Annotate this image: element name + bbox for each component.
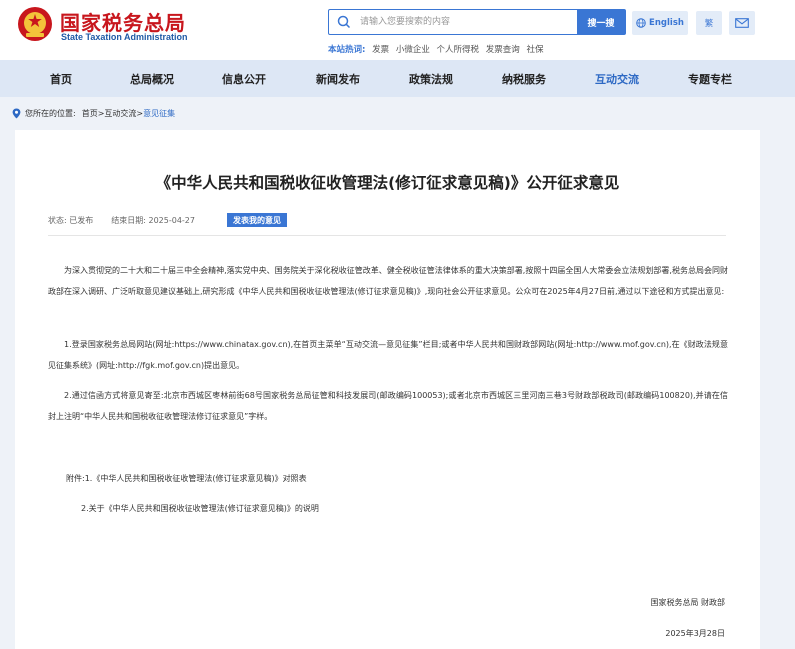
article-signers: 国家税务总局 财政部: [650, 598, 725, 607]
national-emblem-icon[interactable]: [17, 6, 53, 42]
attachment-link[interactable]: 附件:1.《中华人民共和国税收征收管理法(修订征求意见稿)》对照表: [66, 473, 307, 484]
article-status: 状态: 已发布: [48, 215, 94, 225]
nav-home[interactable]: 首页: [50, 60, 72, 97]
hot-word-link[interactable]: 发票查询: [486, 45, 520, 55]
breadcrumb-separator: >: [97, 109, 105, 118]
english-button[interactable]: English: [632, 11, 688, 35]
hot-word-link[interactable]: 小微企业: [396, 45, 430, 55]
breadcrumb-current[interactable]: 意见征集: [143, 108, 175, 119]
search-icon: [337, 15, 351, 29]
article-channel-mail: 2.通过信函方式将意见寄至:北京市西城区枣林前街68号国家税务总局征管和科技发展…: [48, 391, 728, 421]
nav-info-disclosure[interactable]: 信息公开: [222, 60, 266, 97]
traditional-chinese-button[interactable]: 繁: [696, 11, 722, 35]
mail-button[interactable]: [729, 11, 755, 35]
attachment-link[interactable]: 2.关于《中华人民共和国税收征收管理法(修订征求意见稿)》的说明: [81, 503, 319, 514]
nav-tax-service[interactable]: 纳税服务: [502, 60, 546, 97]
location-pin-icon: [12, 108, 21, 119]
nav-interaction[interactable]: 互动交流: [595, 60, 639, 97]
hot-word-link[interactable]: 发票: [372, 45, 389, 55]
breadcrumb: 您所在的位置: 首页 > 互动交流 > 意见征集: [12, 108, 175, 119]
article-end-date: 结束日期: 2025-04-27: [111, 215, 195, 225]
hot-word-link[interactable]: 个人所得税: [437, 45, 480, 55]
breadcrumb-prefix: 您所在的位置:: [25, 109, 76, 118]
search-input[interactable]: [360, 11, 570, 33]
nav-overview[interactable]: 总局概况: [130, 60, 174, 97]
article-intro: 为深入贯彻党的二十大和二十届三中全会精神,落实党中央、国务院关于深化税收征管改革…: [48, 266, 728, 296]
mail-icon: [735, 18, 749, 28]
globe-icon: [636, 18, 646, 28]
article-panel: 《中华人民共和国税收征收管理法(修订征求意见稿)》公开征求意见 状态: 已发布 …: [15, 130, 760, 649]
nav-policy[interactable]: 政策法规: [409, 60, 453, 97]
breadcrumb-section[interactable]: 互动交流: [104, 108, 136, 119]
english-label: English: [649, 18, 684, 28]
nav-topics[interactable]: 专题专栏: [688, 60, 732, 97]
main-nav: 首页 总局概况 信息公开 新闻发布 政策法规 纳税服务 互动交流 专题专栏: [0, 60, 795, 97]
article-date: 2025年3月28日: [665, 629, 725, 638]
search-button[interactable]: 搜一搜: [577, 10, 625, 34]
breadcrumb-separator: >: [136, 109, 144, 118]
article-title: 《中华人民共和国税收征收管理法(修订征求意见稿)》公开征求意见: [155, 174, 620, 192]
nav-news[interactable]: 新闻发布: [316, 60, 360, 97]
submit-opinion-button[interactable]: 发表我的意见: [226, 213, 287, 227]
site-header: 国家税务总局 State Taxation Administration 搜一搜…: [0, 0, 795, 60]
site-logo-subtitle: State Taxation Administration: [61, 32, 188, 42]
hot-words: 本站热词: 发票 小微企业 个人所得税 发票查询 社保: [328, 43, 544, 55]
hot-words-label: 本站热词:: [328, 45, 366, 55]
hot-word-link[interactable]: 社保: [526, 45, 543, 55]
article-meta: 状态: 已发布 结束日期: 2025-04-27 发表我的意见: [48, 213, 287, 227]
divider: [48, 235, 726, 236]
article-channel-online: 1.登录国家税务总局网站(网址:https://www.chinatax.gov…: [48, 340, 728, 370]
breadcrumb-home[interactable]: 首页: [82, 108, 98, 119]
